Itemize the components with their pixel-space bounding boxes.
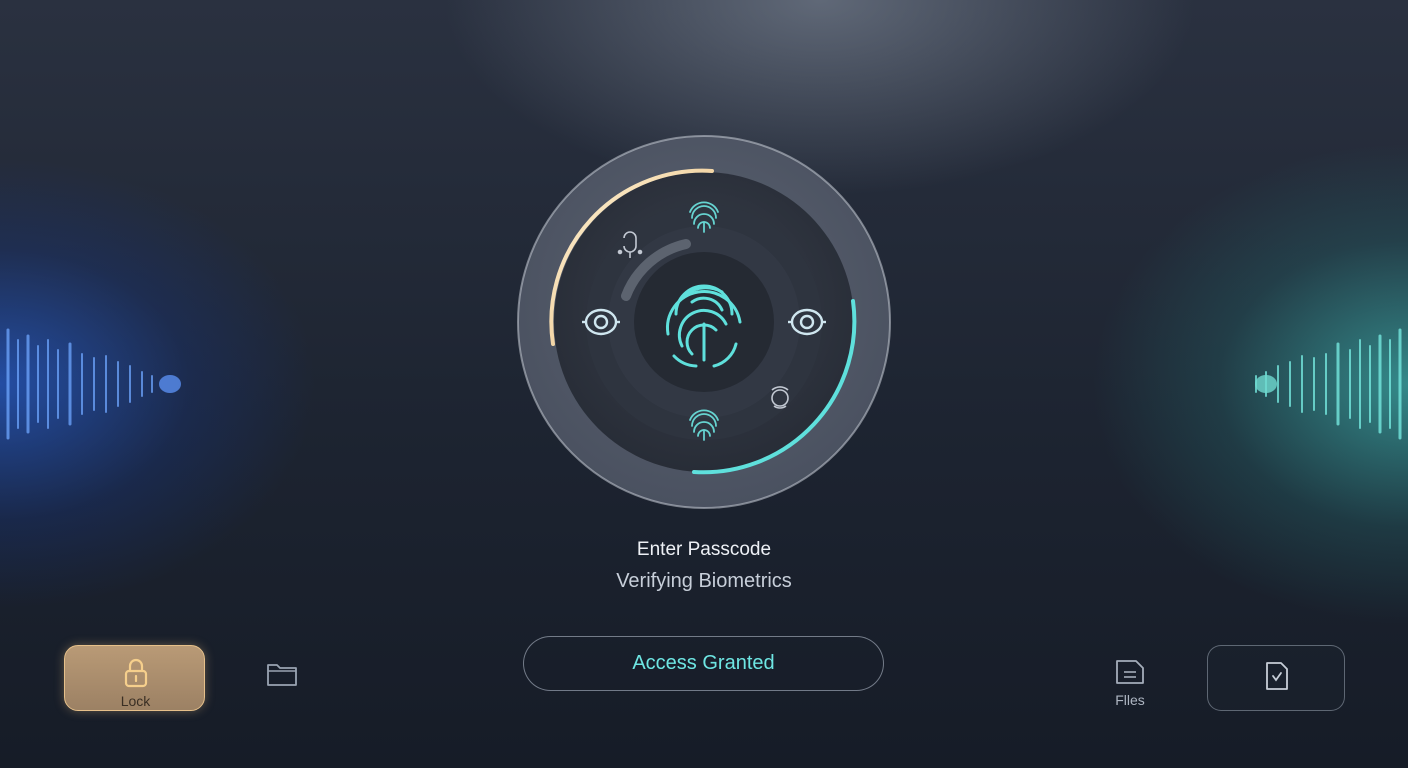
- lock-icon: [124, 658, 148, 688]
- files-label: Flles: [1115, 692, 1145, 708]
- folder-icon[interactable]: [266, 661, 298, 687]
- file-check-icon: [1266, 662, 1288, 690]
- prompt-title: Enter Passcode: [636, 539, 772, 560]
- file-check-button[interactable]: [1207, 645, 1345, 711]
- biometric-dial: [516, 134, 892, 510]
- prompt-subtitle: Verifying Biometrics: [616, 570, 792, 592]
- lock-screen: Enter Passcode Verifying Biometrics Acce…: [0, 0, 1408, 768]
- lock-label: Lock: [120, 693, 151, 709]
- files-button[interactable]: Flles: [1104, 656, 1156, 710]
- lock-button[interactable]: Lock: [64, 645, 205, 711]
- files-icon: [1116, 660, 1144, 684]
- access-granted-button[interactable]: Access Granted: [523, 636, 884, 691]
- biometric-dial-graphic: [517, 135, 891, 509]
